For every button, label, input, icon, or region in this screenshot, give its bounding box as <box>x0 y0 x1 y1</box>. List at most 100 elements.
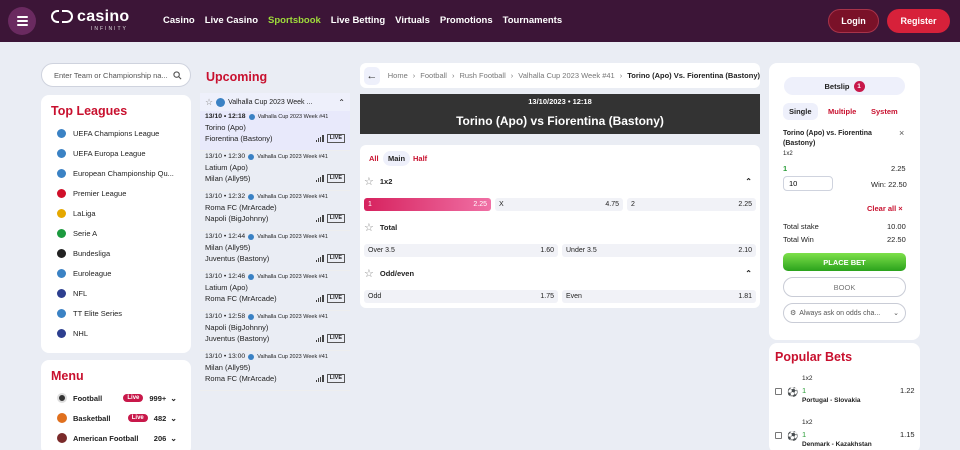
upcoming-match-row[interactable]: 13/10 • 13:00 Valhalla Cup 2023 Week #41 M… <box>200 351 350 391</box>
nav-live-casino[interactable]: Live Casino <box>205 15 258 26</box>
odds-button-over[interactable]: Over 3.5 1.60 <box>364 244 558 257</box>
chevron-down-icon[interactable]: ⌄ <box>170 434 177 443</box>
upcoming-league-header[interactable]: ☆ Valhalla Cup 2023 Week ... ⌃ <box>200 93 350 111</box>
popular-bets-panel: Popular Bets ⚽ 1x2 1 Portugal - Slovakia… <box>769 343 920 450</box>
league-item[interactable]: Serie A <box>57 229 97 238</box>
tab-multiple[interactable]: Multiple <box>822 103 862 120</box>
odds-label: Over 3.5 <box>368 247 395 254</box>
bet-checkbox[interactable] <box>775 388 782 395</box>
odds-button-1[interactable]: 1 2.25 <box>364 198 491 211</box>
basketball-icon <box>57 413 67 423</box>
nav-casino[interactable]: Casino <box>163 15 195 26</box>
league-label: Premier League <box>73 189 127 198</box>
nav-virtuals[interactable]: Virtuals <box>395 15 430 26</box>
nav-sportsbook[interactable]: Sportsbook <box>268 15 321 26</box>
chevron-up-icon[interactable]: ⌃ <box>338 98 345 107</box>
upcoming-match-row[interactable]: 13/10 • 12:32 Valhalla Cup 2023 Week #41 R… <box>200 191 350 231</box>
infinity-logo-icon <box>51 9 73 23</box>
bet-checkbox[interactable] <box>775 432 782 439</box>
clear-all-button[interactable]: Clear all × <box>867 204 903 213</box>
league-item[interactable]: Bundesliga <box>57 249 110 258</box>
potential-win: Win: 22.50 <box>871 180 907 189</box>
market-header-total[interactable]: ☆ Total <box>364 221 756 234</box>
league-item[interactable]: Euroleague <box>57 269 111 278</box>
search-icon[interactable] <box>173 70 182 80</box>
menu-item-basketball[interactable]: Basketball Live 482 ⌄ <box>57 413 177 423</box>
league-item[interactable]: UEFA Europa League <box>57 149 146 158</box>
upcoming-match-row[interactable]: 13/10 • 12:18 Valhalla Cup 2023 Week #41 T… <box>200 111 350 151</box>
italy-flag-icon <box>57 229 66 238</box>
book-button[interactable]: BOOK <box>783 277 906 297</box>
league-item[interactable]: Premier League <box>57 189 126 198</box>
league-item[interactable]: UEFA Champions League <box>57 129 159 138</box>
search-box <box>41 63 191 87</box>
menu-item-football[interactable]: Football Live 999+ ⌄ <box>57 393 177 403</box>
odds-button-odd[interactable]: Odd 1.75 <box>364 290 558 303</box>
upcoming-match-row[interactable]: 13/10 • 12:58 Valhalla Cup 2023 Week #41 N… <box>200 311 350 351</box>
odds-label: Even <box>566 293 582 300</box>
away-team: Napoli (BigJohnny) <box>205 214 269 223</box>
menu-item-american-football[interactable]: American Football 206 ⌄ <box>57 433 177 443</box>
league-item[interactable]: European Championship Qu... <box>57 169 174 178</box>
star-icon[interactable]: ☆ <box>364 221 374 234</box>
place-bet-button[interactable]: PLACE BET <box>783 253 906 271</box>
login-button[interactable]: Login <box>828 9 879 33</box>
tab-single[interactable]: Single <box>783 103 818 120</box>
league-item[interactable]: NHL <box>57 329 88 338</box>
breadcrumb-home[interactable]: Home <box>388 71 408 80</box>
tab-all[interactable]: All <box>364 151 384 166</box>
breadcrumb-separator: › <box>412 71 416 80</box>
tab-half[interactable]: Half <box>408 151 432 166</box>
chevron-up-icon[interactable]: ⌃ <box>745 269 752 278</box>
match-home: Milan (Ally95) <box>205 362 345 373</box>
breadcrumb-rush-football[interactable]: Rush Football <box>459 71 505 80</box>
league-item[interactable]: LaLiga <box>57 209 96 218</box>
chevron-up-icon[interactable]: ⌃ <box>745 177 752 186</box>
chevron-down-icon[interactable]: ⌄ <box>170 414 177 423</box>
close-icon[interactable]: × <box>899 128 904 138</box>
live-badge: Live <box>127 414 148 422</box>
odds-button-even[interactable]: Even 1.81 <box>562 290 756 303</box>
upcoming-match-row[interactable]: 13/10 • 12:30 Valhalla Cup 2023 Week #41 L… <box>200 151 350 191</box>
back-arrow-icon[interactable]: ← <box>364 66 380 85</box>
stake-input[interactable] <box>783 176 833 191</box>
tab-system[interactable]: System <box>865 103 904 120</box>
globe-icon <box>57 169 66 178</box>
match-meta: 13/10 • 12:32 Valhalla Cup 2023 Week #41 <box>205 193 345 200</box>
breadcrumb-separator: › <box>451 71 455 80</box>
market-header-1x2[interactable]: ☆ 1x2 ⌃ <box>364 175 756 188</box>
breadcrumb-current: Torino (Apo) Vs. Fiorentina (Bastony) <box>627 71 760 80</box>
betslip-header[interactable]: Betslip 1 <box>784 77 905 95</box>
odds-button-under[interactable]: Under 3.5 2.10 <box>562 244 756 257</box>
nav-live-betting[interactable]: Live Betting <box>331 15 385 26</box>
league-header-label: Valhalla Cup 2023 Week ... <box>228 98 313 106</box>
star-icon[interactable]: ☆ <box>364 267 374 280</box>
chevron-down-icon[interactable]: ⌄ <box>170 394 177 403</box>
upcoming-match-row[interactable]: 13/10 • 12:44 Valhalla Cup 2023 Week #41 M… <box>200 231 350 271</box>
tab-main[interactable]: Main <box>383 151 411 166</box>
odds-change-select[interactable]: ⚙ Always ask on odds cha... ⌄ <box>783 303 906 323</box>
breadcrumb-football[interactable]: Football <box>420 71 447 80</box>
home-team: Roma FC (MrArcade) <box>205 203 277 212</box>
betslip-title: Betslip <box>824 81 850 91</box>
match-home: Milan (Ally95) <box>205 242 345 253</box>
upcoming-match-row[interactable]: 13/10 • 12:46 Valhalla Cup 2023 Week #41 L… <box>200 271 350 311</box>
nav-tournaments[interactable]: Tournaments <box>503 15 562 26</box>
league-item[interactable]: TT Elite Series <box>57 309 122 318</box>
nav-promotions[interactable]: Promotions <box>440 15 493 26</box>
odds-button-x[interactable]: X 4.75 <box>495 198 623 211</box>
hamburger-menu-button[interactable] <box>8 7 36 35</box>
search-input[interactable] <box>54 70 173 80</box>
odds-button-2[interactable]: 2 2.25 <box>627 198 756 211</box>
star-icon[interactable]: ☆ <box>364 175 374 188</box>
casino-infinity-logo[interactable]: casino INFINITY <box>51 9 130 32</box>
market-header-odd-even[interactable]: ☆ Odd/even ⌃ <box>364 267 756 280</box>
home-team: Milan (Ally95) <box>205 363 251 372</box>
away-team: Roma FC (MrArcade) <box>205 374 277 383</box>
popular-bet-match: Denmark - Kazakhstan <box>802 441 872 448</box>
breadcrumb-league[interactable]: Valhalla Cup 2023 Week #41 <box>518 71 614 80</box>
star-icon[interactable]: ☆ <box>205 97 213 108</box>
league-item[interactable]: NFL <box>57 289 87 298</box>
football-icon: ⚽ <box>787 431 799 441</box>
register-button[interactable]: Register <box>887 9 950 33</box>
